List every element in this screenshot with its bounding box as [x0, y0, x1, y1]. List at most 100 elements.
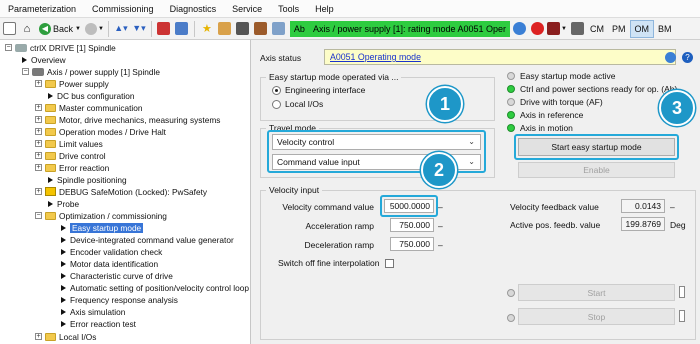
collapse-icon[interactable]: −: [35, 212, 42, 219]
toolbar-separator: [193, 20, 195, 37]
status-led: [507, 124, 515, 132]
deceleration-ramp-field[interactable]: 750.000: [390, 237, 434, 251]
folder-open-icon: [45, 211, 56, 220]
fine-interpolation-checkbox[interactable]: [385, 258, 395, 268]
expand-icon[interactable]: +: [35, 152, 42, 159]
menu-service[interactable]: Service: [224, 4, 270, 14]
tool-icon[interactable]: [217, 20, 233, 38]
stop-button[interactable]: Stop: [518, 308, 675, 325]
tree-node-axis-simulation[interactable]: Axis simulation: [61, 306, 125, 317]
menu-commissioning[interactable]: Commissioning: [84, 4, 162, 14]
tree-node-drive-control[interactable]: + Drive control: [35, 150, 106, 161]
menu-help[interactable]: Help: [307, 4, 342, 14]
tree-node-motor-identification[interactable]: Motor data identification: [61, 258, 158, 269]
tree-node-overview[interactable]: Overview: [22, 54, 66, 65]
tree-node-power-supply[interactable]: + Power supply: [35, 78, 109, 89]
velocity-command-unit: –: [438, 202, 443, 212]
position-feedback-label: Active pos. feedb. value: [510, 220, 601, 230]
expand-icon[interactable]: +: [35, 128, 42, 135]
network-icon[interactable]: [235, 20, 251, 38]
tree-node-master-comm[interactable]: + Master communication: [35, 102, 142, 113]
tree-node-operation-modes[interactable]: + Operation modes / Drive Halt: [35, 126, 166, 137]
tree-node-error-reaction[interactable]: + Error reaction: [35, 162, 109, 173]
jog-icon[interactable]: [679, 286, 685, 298]
menu-parameterization[interactable]: Parameterization: [0, 4, 84, 14]
tree-node-drive[interactable]: − ctrlX DRIVE [1] Spindle: [5, 42, 116, 53]
enable-button[interactable]: Enable: [518, 162, 675, 178]
nav-down-icon[interactable]: ▼▾: [131, 20, 147, 38]
menu-diagnostics[interactable]: Diagnostics: [162, 4, 225, 14]
mode-om-button[interactable]: OM: [629, 19, 654, 38]
velocity-feedback-label: Velocity feedback value: [510, 202, 599, 212]
page-arrow-icon: [61, 284, 66, 291]
status-ready-for-operation: Ctrl and power sections ready for op. (A…: [507, 84, 677, 94]
tree-node-easy-startup[interactable]: Easy startup mode: [61, 222, 144, 233]
back-button[interactable]: ◀ Back ▼: [37, 20, 83, 38]
status-led: [507, 85, 515, 93]
folder-icon: [45, 163, 56, 172]
help-icon[interactable]: ?: [682, 52, 693, 63]
axis-status-field: A0051 Operating mode: [324, 49, 676, 65]
settings-icon[interactable]: [511, 20, 527, 38]
tree-node-optimization[interactable]: − Optimization / commissioning: [35, 210, 167, 221]
axis-status-link[interactable]: A0051 Operating mode: [330, 52, 421, 62]
jog-icon[interactable]: [679, 310, 685, 322]
radio-button[interactable]: [272, 99, 281, 109]
tree-node-probe[interactable]: Probe: [48, 198, 79, 209]
tree-node-encoder-check[interactable]: Encoder validation check: [61, 246, 162, 257]
folder-icon: [45, 151, 56, 160]
acceleration-ramp-field[interactable]: 750.000: [390, 218, 434, 232]
tree-node-command-generator[interactable]: Device-integrated command value generato…: [61, 234, 234, 245]
collapse-icon[interactable]: −: [5, 44, 12, 51]
expand-icon[interactable]: +: [35, 80, 42, 87]
tree-node-limit-values[interactable]: + Limit values: [35, 138, 103, 149]
tree-node-axis[interactable]: − Axis / power supply [1] Spindle: [22, 66, 160, 77]
home-icon[interactable]: ⌂: [19, 20, 35, 38]
mode-cm-button[interactable]: CM: [586, 20, 608, 38]
acceleration-ramp-unit: –: [438, 221, 443, 231]
device-icon[interactable]: [156, 20, 172, 38]
tree-node-dc-bus[interactable]: DC bus configuration: [48, 90, 134, 101]
tree-node-frequency-response[interactable]: Frequency response analysis: [61, 294, 178, 305]
expand-icon[interactable]: +: [35, 333, 42, 340]
radio-button[interactable]: [272, 85, 281, 95]
toolbar-separator: [107, 20, 109, 37]
toolbar: ⌂ ◀ Back ▼ ▼ ▲▾ ▼▾ ★ Ab Axis / power sup…: [0, 18, 700, 40]
copy-icon[interactable]: [1, 20, 17, 38]
menu-tools[interactable]: Tools: [270, 4, 307, 14]
radio-engineering-interface[interactable]: Engineering interface: [272, 85, 365, 95]
expand-icon[interactable]: +: [35, 104, 42, 111]
refresh-icon[interactable]: [665, 52, 676, 63]
start-status-led: [507, 289, 515, 297]
chart-icon[interactable]: [174, 20, 190, 38]
options-icon[interactable]: ▼: [547, 20, 567, 38]
nav-up-icon[interactable]: ▲▾: [113, 20, 129, 38]
tree-node-motor[interactable]: + Motor, drive mechanics, measuring syst…: [35, 114, 220, 125]
tree-node-auto-setting[interactable]: Automatic setting of position/velocity c…: [61, 282, 249, 293]
page-arrow-icon: [22, 56, 27, 63]
mode-pm-button[interactable]: PM: [608, 20, 630, 38]
axis-status-label: Axis status: [260, 53, 302, 63]
expand-icon[interactable]: +: [35, 188, 42, 195]
star-icon[interactable]: ★: [199, 20, 215, 38]
expand-icon[interactable]: +: [35, 164, 42, 171]
stop-status-led: [507, 314, 515, 322]
expand-icon[interactable]: +: [35, 140, 42, 147]
tree-node-error-reaction-test[interactable]: Error reaction test: [61, 318, 136, 329]
grid-icon[interactable]: [271, 20, 287, 38]
tree-node-characteristic-curve[interactable]: Characteristic curve of drive: [61, 270, 173, 281]
tree-node-local-ios[interactable]: + Local I/Os: [35, 331, 96, 342]
radio-local-ios[interactable]: Local I/Os: [272, 99, 323, 109]
mode-bm-button[interactable]: BM: [654, 20, 676, 38]
expand-icon[interactable]: +: [35, 116, 42, 123]
tree-node-safemotion[interactable]: + DEBUG SafeMotion (Locked): PwSafety: [35, 186, 207, 197]
start-button[interactable]: Start: [518, 284, 675, 301]
collapse-icon[interactable]: −: [22, 68, 29, 75]
stop-icon[interactable]: [529, 20, 545, 38]
start-easy-startup-highlight: [514, 134, 679, 160]
drive-icon[interactable]: [253, 20, 269, 38]
velocity-feedback-field: 0.0143: [621, 199, 665, 213]
print-icon[interactable]: [569, 20, 585, 38]
tree-node-spindle-positioning[interactable]: Spindle positioning: [48, 174, 127, 185]
forward-button[interactable]: ▼: [84, 20, 104, 38]
